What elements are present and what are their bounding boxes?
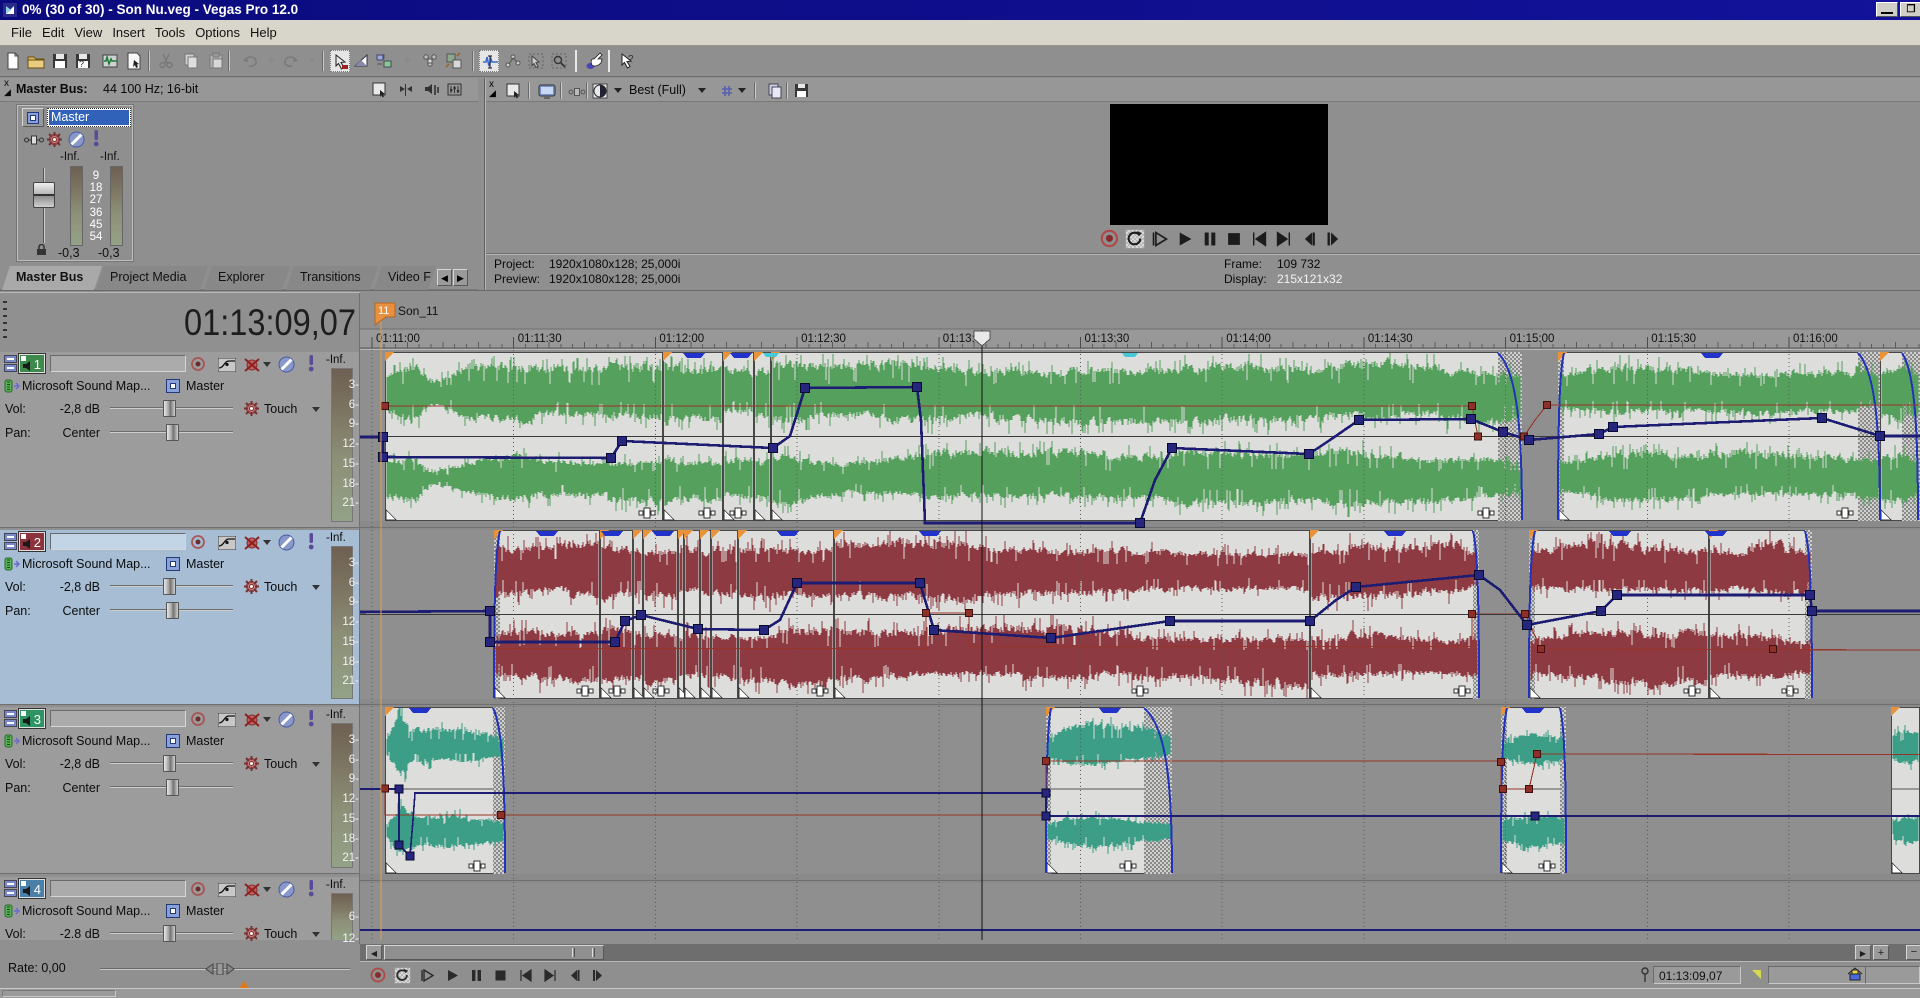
svg-text:01:16:00: 01:16:00	[1793, 333, 1838, 345]
svg-text:01:14:30: 01:14:30	[1368, 333, 1413, 345]
svg-text:Son_11: Son_11	[398, 304, 439, 318]
svg-text:01:14:00: 01:14:00	[1226, 333, 1271, 345]
svg-text:?: ?	[628, 54, 634, 65]
svg-text:01:13:30: 01:13:30	[1085, 333, 1130, 345]
svg-text:01:11:30: 01:11:30	[518, 333, 562, 345]
svg-text:11: 11	[378, 305, 389, 317]
svg-text:01:15:00: 01:15:00	[1510, 333, 1555, 345]
svg-text:01:12:00: 01:12:00	[659, 333, 704, 345]
svg-text:?: ?	[79, 59, 84, 69]
svg-text:01:15:30: 01:15:30	[1651, 333, 1696, 345]
svg-text:01:11:00: 01:11:00	[376, 333, 420, 345]
svg-text:01:12:30: 01:12:30	[801, 333, 846, 345]
